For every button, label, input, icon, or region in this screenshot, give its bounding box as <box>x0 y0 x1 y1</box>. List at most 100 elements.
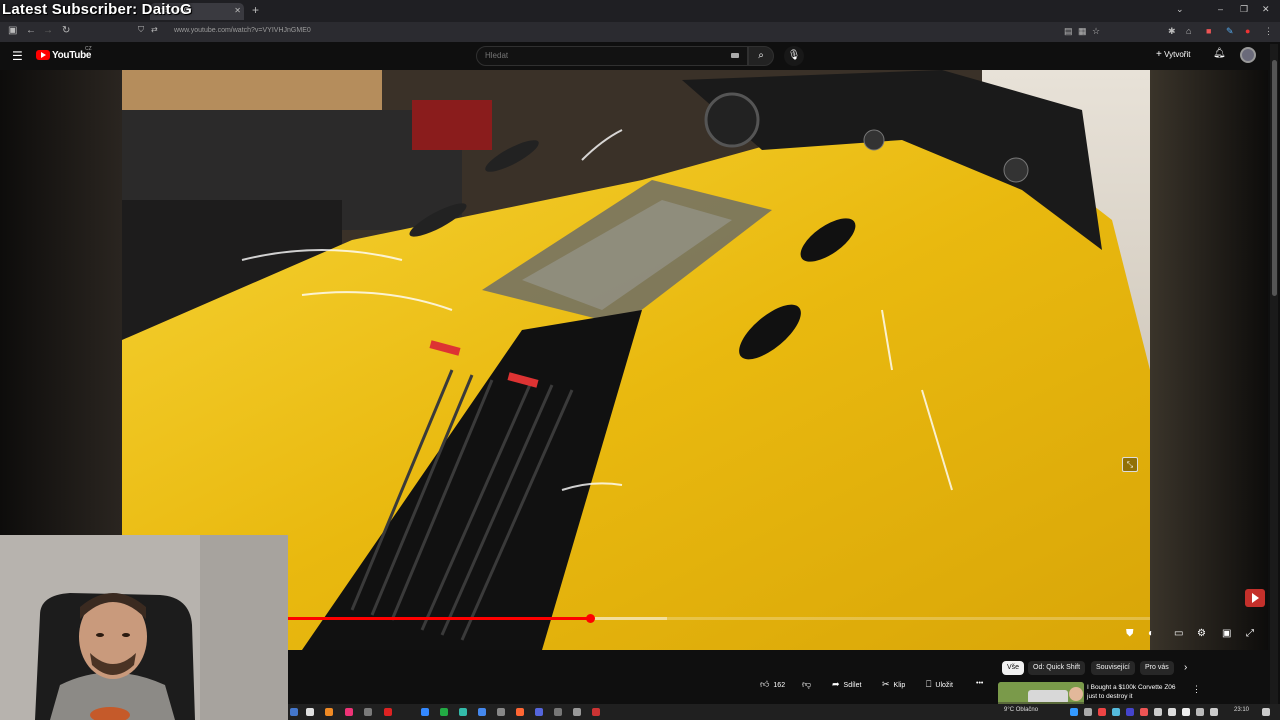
country-code: CZ <box>85 46 92 52</box>
chip-for-you[interactable]: Pro vás <box>1140 661 1174 675</box>
youtube-masthead: ☰ YouTube CZ ⌕ 🎙︎ + Vytvořit 🔔︎ <box>0 42 1280 70</box>
notifications-icon[interactable] <box>1262 708 1270 716</box>
more-vertical-icon[interactable]: ⋮ <box>1192 684 1201 695</box>
chip-related[interactable]: Související <box>1091 661 1135 675</box>
site-info-icon[interactable]: ⇄ <box>151 25 158 34</box>
save-button[interactable]: ⎕ Uložit <box>926 676 953 692</box>
tray-icon[interactable] <box>1196 708 1204 716</box>
search-box[interactable] <box>476 46 748 66</box>
minimize-icon[interactable]: – <box>1218 4 1223 14</box>
tray-icon[interactable] <box>1182 708 1190 716</box>
taskbar-app-icon[interactable] <box>364 708 372 716</box>
keyboard-icon[interactable] <box>731 53 739 58</box>
taskbar-app-icon[interactable] <box>554 708 562 716</box>
shield-ext-icon[interactable]: ⌂ <box>1186 26 1191 36</box>
scrollbar-thumb[interactable] <box>1272 60 1277 296</box>
taskbar-app-icon[interactable] <box>345 708 353 716</box>
more-icon[interactable]: ••• <box>976 676 983 692</box>
settings-gear-icon[interactable]: ⚙ <box>1197 628 1206 639</box>
create-button[interactable]: + Vytvořit <box>1156 49 1190 60</box>
like-count: 162 <box>773 682 786 689</box>
tray-icon[interactable] <box>1070 708 1078 716</box>
sidebar-icon[interactable]: ▣ <box>8 25 17 36</box>
autoplay-toggle[interactable]: ◐ <box>1148 628 1154 639</box>
theater-mode-icon[interactable]: ▣ <box>1222 628 1231 639</box>
thumbs-down-icon: 👎︎ <box>802 679 812 689</box>
extensions-icon[interactable]: ✱ <box>1168 26 1176 37</box>
extension-icon[interactable]: ■ <box>1206 26 1211 36</box>
tray-icon[interactable] <box>1084 708 1092 716</box>
chip-all[interactable]: Vše <box>1002 661 1025 675</box>
taskbar-app-icon[interactable] <box>459 708 467 716</box>
search-button[interactable]: ⌕ <box>748 46 774 66</box>
taskbar-app-icon[interactable] <box>290 708 298 716</box>
taskbar-app-icon[interactable] <box>384 708 392 716</box>
search-icon: ⌕ <box>758 50 764 61</box>
youtube-logo-icon[interactable] <box>36 50 50 60</box>
clip-button[interactable]: ✂ Klip <box>882 676 905 692</box>
share-label: Sdílet <box>843 682 862 689</box>
tray-icon[interactable] <box>1140 708 1148 716</box>
new-tab-icon[interactable]: + <box>252 3 259 17</box>
reload-icon[interactable]: ↻ <box>62 25 70 36</box>
taskbar-app-icon[interactable] <box>592 708 600 716</box>
close-window-icon[interactable]: ✕ <box>1262 4 1270 15</box>
webcam-feed <box>0 535 288 720</box>
taskbar-app-icon[interactable] <box>535 708 543 716</box>
scissors-icon: ✂ <box>882 679 890 689</box>
voice-search-button[interactable]: 🎙︎ <box>784 46 804 66</box>
tray-icon[interactable] <box>1098 708 1106 716</box>
tray-icon[interactable] <box>1168 708 1176 716</box>
weather-widget[interactable]: 9°C Oblačno <box>1004 707 1038 713</box>
share-button[interactable]: ➦ Sdílet <box>832 676 861 692</box>
browser-menu-icon[interactable]: ⋮ <box>1264 26 1273 37</box>
hamburger-icon[interactable]: ☰ <box>12 49 23 63</box>
bookmark-icon: ⎕ <box>926 679 932 689</box>
tab-close-icon[interactable]: ✕ <box>234 6 241 15</box>
url-field[interactable]: www.youtube.com/watch?v=VYIVHJnGME0 <box>174 27 311 34</box>
extension-icon[interactable]: ✎ <box>1226 26 1234 37</box>
tray-icon[interactable] <box>1154 708 1162 716</box>
clip-label: Klip <box>893 682 906 689</box>
taskbar-app-icon[interactable] <box>421 708 429 716</box>
chip-from-channel[interactable]: Od: Quick Shift <box>1028 661 1086 675</box>
tray-icon[interactable] <box>1210 708 1218 716</box>
tray-icon[interactable] <box>1112 708 1120 716</box>
back-icon[interactable]: ← <box>26 25 36 36</box>
search-input[interactable] <box>485 51 705 60</box>
like-button[interactable]: 👍︎ 162 <box>760 676 785 692</box>
extension-icon[interactable]: ● <box>1245 26 1250 36</box>
restore-icon[interactable]: ❐ <box>1240 4 1248 15</box>
tab-list-icon[interactable]: ⌄ <box>1176 4 1184 15</box>
bell-icon[interactable]: 🔔︎ <box>1213 48 1226 59</box>
microphone-icon: 🎙︎ <box>787 50 801 61</box>
tray-icon[interactable] <box>1126 708 1134 716</box>
dislike-button[interactable]: 👎︎ <box>802 676 815 692</box>
subtitles-icon[interactable]: ▭ <box>1174 628 1183 639</box>
fullscreen-icon[interactable]: ⤢ <box>1246 628 1254 639</box>
miniplayer-icon[interactable]: ⤡ <box>1122 457 1138 472</box>
taskbar-clock[interactable]: 23:10 <box>1234 707 1249 713</box>
recommendation-title[interactable]: I Bought a $100k Corvette Z06 just to de… <box>1087 683 1187 701</box>
save-label: Uložit <box>935 682 953 689</box>
subscribe-watermark-icon[interactable] <box>1245 589 1265 607</box>
taskbar-app-icon[interactable] <box>440 708 448 716</box>
taskbar-app-icon[interactable] <box>497 708 505 716</box>
avatar[interactable] <box>1240 47 1256 63</box>
reader-icon[interactable]: ▤ <box>1064 26 1073 37</box>
taskbar-app-icon[interactable] <box>306 708 314 716</box>
screenshot-icon[interactable]: ▦ <box>1078 26 1087 37</box>
shield-icon[interactable]: ⛉ <box>138 25 144 35</box>
bookmark-star-icon[interactable]: ☆ <box>1092 26 1100 37</box>
taskbar-app-icon[interactable] <box>325 708 333 716</box>
share-icon: ➦ <box>832 679 840 689</box>
taskbar-app-icon[interactable] <box>516 708 524 716</box>
create-label: Vytvořit <box>1164 50 1191 59</box>
taskbar-app-icon[interactable] <box>478 708 486 716</box>
progress-scrubber[interactable] <box>585 614 595 623</box>
chevron-right-icon[interactable]: › <box>1184 662 1187 673</box>
taskbar-app-icon[interactable] <box>573 708 581 716</box>
ambient-left <box>0 70 122 535</box>
autoplay-shield-icon[interactable]: ⛊ <box>1126 628 1134 639</box>
forward-icon[interactable]: → <box>43 25 53 36</box>
